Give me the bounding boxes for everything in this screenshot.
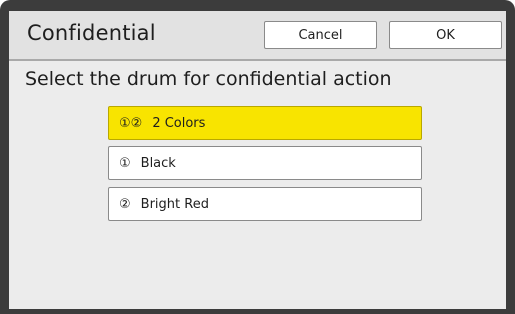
dialog-header: Confidential Cancel OK xyxy=(9,11,506,61)
option-label: 2 Colors xyxy=(152,115,206,131)
drum-2-icon: ② xyxy=(119,196,131,212)
option-bright-red[interactable]: ② Bright Red xyxy=(108,187,422,221)
option-label: Black xyxy=(140,155,176,171)
dialog-title: Confidential xyxy=(27,21,156,45)
option-black[interactable]: ① Black xyxy=(108,146,422,180)
drum-1-2-icon: ①② xyxy=(119,115,143,131)
option-label: Bright Red xyxy=(140,196,209,212)
drum-1-icon: ① xyxy=(119,155,131,171)
cancel-button[interactable]: Cancel xyxy=(264,21,377,49)
dialog-screen: Confidential Cancel OK Select the drum f… xyxy=(9,11,506,309)
option-2-colors[interactable]: ①② 2 Colors xyxy=(108,106,422,140)
prompt-text: Select the drum for confidential action xyxy=(25,68,392,90)
ok-button[interactable]: OK xyxy=(389,21,502,49)
